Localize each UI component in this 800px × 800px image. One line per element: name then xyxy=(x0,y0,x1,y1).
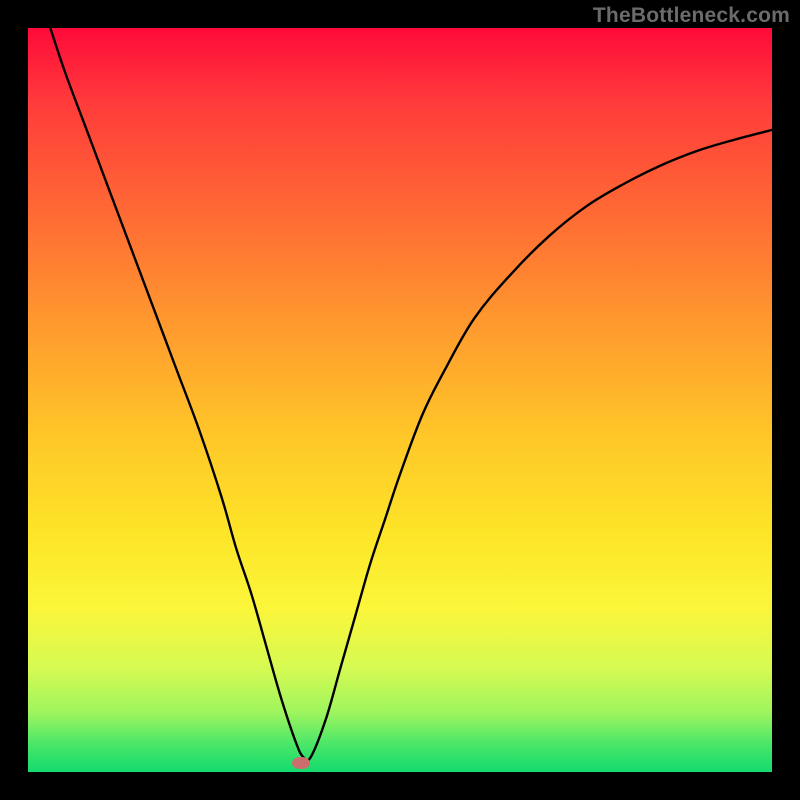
chart-frame: TheBottleneck.com xyxy=(0,0,800,800)
curve-svg xyxy=(28,28,772,772)
optimum-marker xyxy=(292,757,310,769)
curve-line xyxy=(50,28,772,761)
plot-area xyxy=(28,28,772,772)
watermark-text: TheBottleneck.com xyxy=(593,4,790,28)
